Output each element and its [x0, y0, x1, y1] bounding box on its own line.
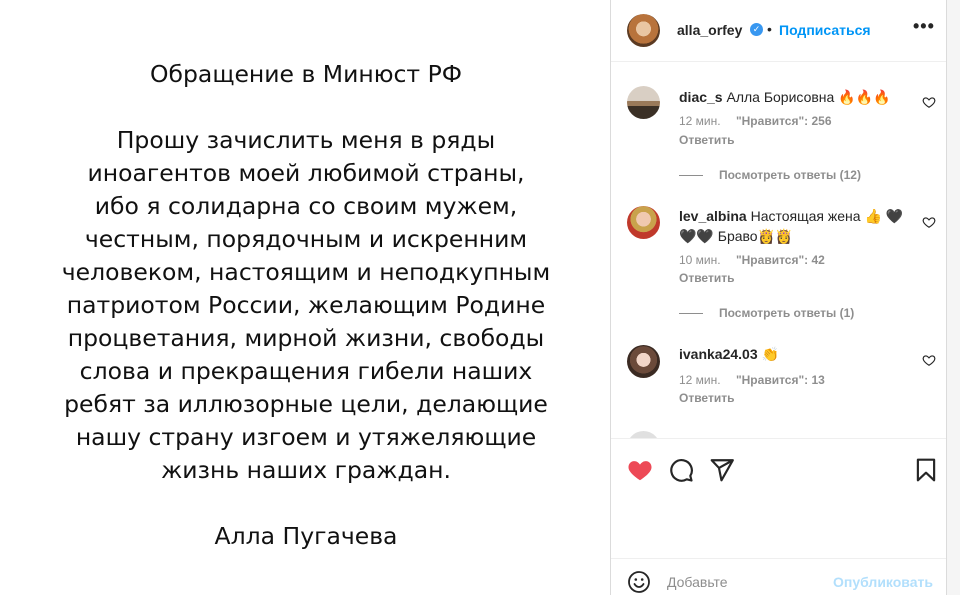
post-signature: Алла Пугачева: [214, 522, 398, 550]
view-replies-button[interactable]: Посмотреть ответы (1): [679, 306, 854, 320]
post-body-line: патриотом России, желающим Родине: [66, 291, 546, 319]
publish-button[interactable]: Опубликовать: [833, 574, 933, 590]
bookmark-icon[interactable]: [913, 457, 939, 483]
commenter-avatar[interactable]: [627, 206, 660, 239]
more-options-button[interactable]: •••: [913, 16, 935, 37]
add-comment-bar: Опубликовать: [611, 558, 946, 595]
comment-time[interactable]: 12 мин.: [679, 373, 721, 387]
reply-button[interactable]: Ответить: [679, 271, 734, 285]
post-text: Обращение в Минюст РФ Прошу зачислить ме…: [14, 58, 598, 553]
commenter-avatar[interactable]: [627, 86, 660, 119]
post-body-line: честным, порядочным и искренним: [84, 225, 528, 253]
post-body-line: жизнь наших граждан.: [161, 456, 451, 484]
heart-filled-icon[interactable]: [627, 457, 653, 483]
post-body-line: ребят за иллюзорные цели, делающие: [64, 390, 548, 418]
comment-item-partial: [611, 429, 946, 438]
comment-like-icon[interactable]: [922, 215, 936, 229]
post-image: Обращение в Минюст РФ Прошу зачислить ме…: [14, 0, 610, 595]
comment-icon[interactable]: [668, 457, 694, 483]
post-body-line: слова и прекращения гибели наших: [79, 357, 533, 385]
post-body-line: человеком, настоящим и неподкупным: [61, 258, 551, 286]
author-username[interactable]: alla_orfey: [677, 22, 742, 38]
reply-button[interactable]: Ответить: [679, 133, 734, 147]
post-title: Обращение в Минюст РФ: [150, 60, 462, 88]
comments-panel: alla_orfey ✓ • Подписаться ••• diac_s Ал…: [611, 0, 946, 595]
follow-button[interactable]: Подписаться: [779, 22, 871, 38]
author-avatar[interactable]: [627, 14, 660, 47]
reply-button[interactable]: Ответить: [679, 391, 734, 405]
post-body-line: Прошу зачислить меня в ряды: [116, 126, 496, 154]
comments-list[interactable]: diac_s Алла Борисовна 🔥🔥🔥 12 мин. "Нрави…: [611, 63, 946, 438]
post-actions-bar: [611, 438, 946, 558]
comment-username[interactable]: diac_s: [679, 89, 723, 105]
comment-username[interactable]: lev_albina: [679, 208, 747, 224]
view-replies-button[interactable]: Посмотреть ответы (12): [679, 168, 861, 182]
post-header: alla_orfey ✓ • Подписаться •••: [611, 0, 946, 62]
send-icon[interactable]: [709, 457, 735, 483]
scrollbar-track[interactable]: [947, 0, 960, 595]
comment-time[interactable]: 12 мин.: [679, 114, 721, 128]
left-edge: [0, 0, 14, 595]
comment-like-icon[interactable]: [922, 95, 936, 109]
post-body-line: ибо я солидарна со своим мужем,: [94, 192, 518, 220]
comment-time[interactable]: 10 мин.: [679, 253, 721, 267]
comment-username[interactable]: ivanka24.03: [679, 346, 758, 362]
emoji-icon[interactable]: [627, 570, 651, 594]
post-body-line: нашу страну изгоем и утяжеляющие: [75, 423, 537, 451]
commenter-avatar[interactable]: [627, 345, 660, 378]
comment-text: Алла Борисовна 🔥🔥🔥: [726, 89, 891, 105]
comment-likes[interactable]: "Нравится": 13: [736, 373, 825, 387]
comment-likes[interactable]: "Нравится": 256: [736, 114, 832, 128]
commenter-avatar[interactable]: [627, 431, 660, 438]
post-body-line: процветания, мирной жизни, свободы: [67, 324, 545, 352]
comment-like-icon[interactable]: [922, 353, 936, 367]
verified-badge-icon: ✓: [750, 23, 763, 36]
comment-likes[interactable]: "Нравится": 42: [736, 253, 825, 267]
comment-text: 👏: [761, 346, 779, 362]
post-body-line: иноагентов моей любимой страны,: [87, 159, 525, 187]
header-separator: •: [767, 21, 772, 37]
